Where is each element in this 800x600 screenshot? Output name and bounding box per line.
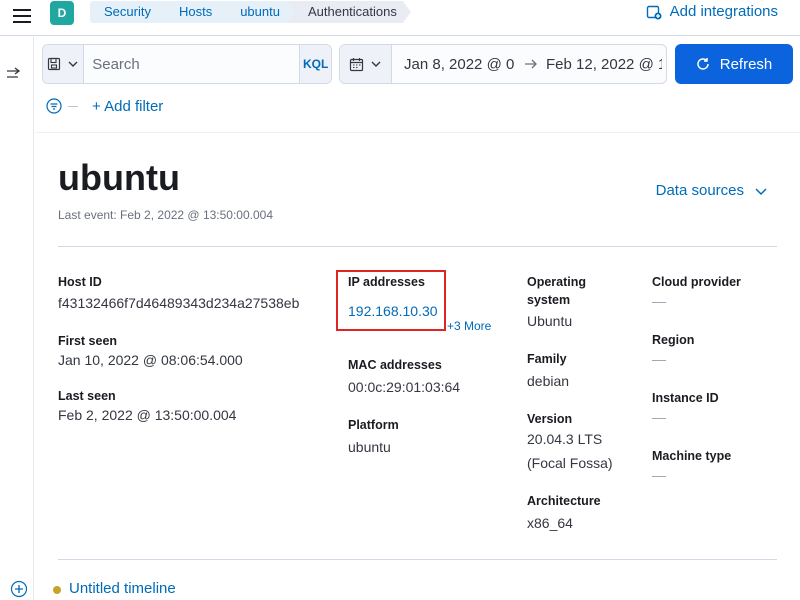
os-title-line2: system <box>527 293 571 307</box>
machine-type-title: Machine type <box>652 449 732 463</box>
divider <box>58 246 777 247</box>
divider <box>68 105 78 107</box>
breadcrumb-security[interactable]: Security <box>90 1 165 23</box>
ip-more-button[interactable]: +3 More <box>447 319 491 333</box>
family-title: Family <box>527 352 567 366</box>
data-sources-label: Data sources <box>655 182 744 199</box>
start-date[interactable]: Jan 8, 2022 @ 0 <box>404 56 516 73</box>
arrow-right-icon <box>525 59 537 69</box>
top-header: D Security Hosts ubuntu Authentications … <box>0 0 800 36</box>
host-id-value: f43132466f7d46489343d234a27538eb <box>58 295 300 311</box>
add-timeline-icon[interactable] <box>10 580 28 598</box>
calendar-icon <box>349 57 364 71</box>
refresh-button[interactable]: Refresh <box>675 44 793 84</box>
quick-select-button[interactable] <box>340 45 392 83</box>
query-bar: KQL <box>42 44 332 84</box>
region-value: — <box>652 351 666 367</box>
instance-id-title: Instance ID <box>652 391 719 405</box>
family-value: debian <box>527 373 570 389</box>
space-avatar[interactable]: D <box>50 1 74 25</box>
timeline-bar: Untitled timeline <box>35 572 800 600</box>
os-title-line1: Operating <box>527 275 587 289</box>
refresh-label: Refresh <box>719 55 773 73</box>
data-sources-dropdown[interactable]: Data sources <box>656 182 768 199</box>
platform-title: Platform <box>348 418 399 432</box>
add-integrations-button[interactable]: Add integrations <box>646 3 778 20</box>
chevron-down-icon <box>68 61 78 67</box>
left-rail <box>0 37 34 600</box>
refresh-icon <box>697 58 709 70</box>
add-integrations-label: Add integrations <box>669 3 778 20</box>
page-title: ubuntu <box>58 157 180 198</box>
last-event-text: Last event: Feb 2, 2022 @ 13:50:00.004 <box>58 208 274 222</box>
version-value-line1: 20.04.3 LTS <box>527 431 603 447</box>
architecture-value: x86_64 <box>527 515 573 531</box>
first-seen-value: Jan 10, 2022 @ 08:06:54.000 <box>58 352 243 368</box>
platform-value: ubuntu <box>348 439 391 455</box>
breadcrumb: Security Hosts ubuntu Authentications <box>90 1 411 23</box>
host-id-title: Host ID <box>58 275 102 289</box>
filter-icon[interactable] <box>46 98 62 114</box>
os-value: Ubuntu <box>527 313 573 329</box>
machine-type-value: — <box>652 467 666 483</box>
filter-bar: + Add filter <box>46 96 163 116</box>
breadcrumb-host-ubuntu[interactable]: ubuntu <box>218 1 294 23</box>
kql-toggle-button[interactable]: KQL <box>299 45 331 83</box>
chevron-down-icon <box>755 187 767 195</box>
date-picker: Jan 8, 2022 @ 0 Feb 12, 2022 @ 1 <box>339 44 667 84</box>
divider <box>58 559 777 560</box>
instance-id-value: — <box>652 409 666 425</box>
search-input[interactable] <box>84 45 300 83</box>
version-value-line2: (Focal Fossa) <box>527 455 613 471</box>
last-seen-value: Feb 2, 2022 @ 13:50:00.004 <box>58 407 237 423</box>
saved-query-menu-button[interactable] <box>43 45 85 83</box>
cloud-provider-title: Cloud provider <box>652 275 741 289</box>
save-query-icon <box>48 57 61 71</box>
cloud-provider-value: — <box>652 293 666 309</box>
region-title: Region <box>652 333 695 347</box>
breadcrumb-authentications: Authentications <box>286 1 411 23</box>
menu-icon[interactable] <box>12 6 34 28</box>
host-overview-panel: ubuntu Last event: Feb 2, 2022 @ 13:50:0… <box>35 132 800 572</box>
architecture-title: Architecture <box>527 494 601 508</box>
mac-address-value: 00:0c:29:01:03:64 <box>348 379 461 395</box>
breadcrumb-hosts[interactable]: Hosts <box>157 1 226 23</box>
mac-addresses-title: MAC addresses <box>348 358 442 372</box>
ip-address-link[interactable]: 192.168.10.30 <box>348 303 438 319</box>
timeline-status-dot <box>53 586 61 594</box>
add-filter-button[interactable]: + Add filter <box>92 98 163 115</box>
timeline-title-link[interactable]: Untitled timeline <box>69 580 176 597</box>
chevron-down-icon <box>371 61 381 67</box>
end-date[interactable]: Feb 12, 2022 @ 1 <box>546 56 662 73</box>
add-integrations-icon <box>646 5 662 19</box>
ip-addresses-title: IP addresses <box>348 275 425 289</box>
collapse-sidebar-icon[interactable] <box>6 67 22 86</box>
version-title: Version <box>527 412 573 426</box>
